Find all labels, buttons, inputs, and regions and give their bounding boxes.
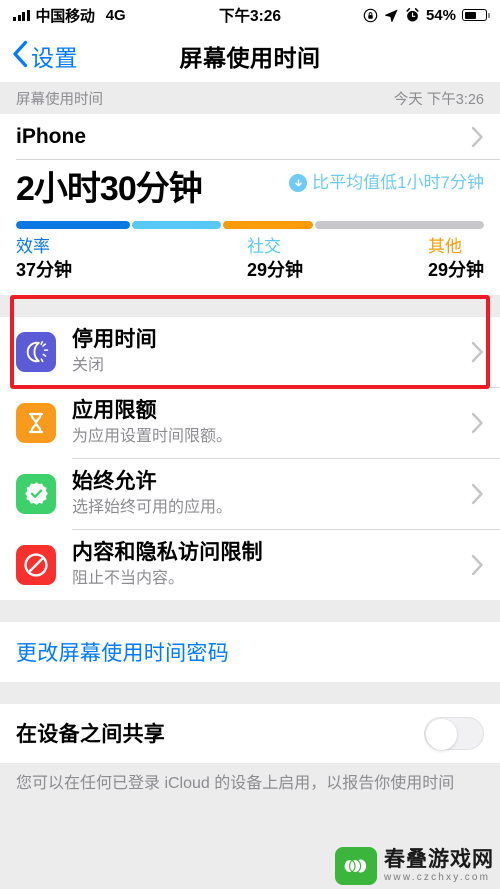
share-across-devices-row[interactable]: 在设备之间共享 [0, 703, 500, 763]
settings-row-title: 停用时间 [72, 328, 157, 352]
arrow-down-icon [289, 174, 308, 192]
status-bar-left: 中国移动 4G [13, 5, 126, 26]
watermark-site-name: 春叠游戏网 [384, 848, 494, 871]
settings-row-subtitle: 阻止不当内容。 [72, 569, 185, 587]
settings-row-1[interactable]: 停用时间 关闭 [0, 316, 500, 387]
usage-bar-segment [223, 220, 313, 229]
settings-row-3[interactable]: 始终允许选择始终可用的应用。 [0, 458, 500, 529]
settings-row-text: 应用限额为应用设置时间限额。 [72, 397, 232, 448]
carrier-label: 中国移动 [35, 7, 95, 25]
settings-row-4[interactable]: 内容和隐私访问限制阻止不当内容。 [0, 529, 500, 600]
prohibition-icon [16, 544, 56, 585]
settings-row-subtitle: 为应用设置时间限额。 [72, 427, 233, 445]
spacer [0, 294, 500, 317]
watermark-logo-icon [335, 847, 377, 885]
change-passcode-label: 更改屏幕使用时间密码 [16, 641, 229, 665]
signal-bars-icon [13, 9, 30, 21]
usage-legend-item: 其他 29分钟 [428, 236, 484, 283]
device-row[interactable]: iPhone [0, 114, 500, 159]
checkmark-badge-icon [16, 473, 56, 514]
battery-percentage: 54% [425, 6, 456, 24]
screen-time-section-header: 屏幕使用时间 今天 下午3:26 [0, 82, 500, 114]
settings-row-2[interactable]: 应用限额为应用设置时间限额。 [0, 387, 500, 458]
downtime-moon-icon [16, 331, 56, 372]
usage-chart: 2小时30分钟 比平均值低1小时7分钟 效率 37分钟 社交 29分钟 其他 29分钟 [0, 160, 500, 295]
spacer [0, 599, 500, 622]
section-header-label: 屏幕使用时间 [16, 91, 103, 108]
status-bar: 中国移动 4G 下午3:26 54% [0, 0, 500, 30]
settings-row-title: 应用限额 [72, 399, 157, 423]
total-usage-time: 2小时30分钟 [16, 170, 203, 208]
change-passcode-row[interactable]: 更改屏幕使用时间密码 [0, 621, 500, 682]
hourglass-icon [16, 402, 56, 443]
rotation-lock-icon [363, 8, 378, 23]
average-comparison-text: 比平均值低1小时7分钟 [312, 173, 484, 192]
chevron-right-icon [471, 341, 484, 363]
navigation-bar: 设置 屏幕使用时间 [0, 30, 500, 82]
settings-row-text: 内容和隐私访问限制阻止不当内容。 [72, 539, 263, 590]
usage-legend-value: 29分钟 [246, 260, 303, 281]
usage-legend-item: 社交 29分钟 [247, 236, 428, 283]
chevron-right-icon [471, 412, 484, 434]
chevron-right-icon [471, 554, 484, 576]
section-header-timestamp: 今天 下午3:26 [393, 91, 484, 108]
usage-legend-label: 其他 [427, 236, 462, 256]
usage-header: 2小时30分钟 比平均值低1小时7分钟 [16, 168, 484, 211]
spacer [0, 681, 500, 704]
chevron-right-icon [471, 126, 484, 148]
stacked-usage-bar [16, 220, 484, 229]
usage-bar-segment [16, 220, 130, 229]
settings-row-text: 停用时间 关闭 [72, 326, 157, 377]
share-across-devices-toggle[interactable] [424, 716, 484, 750]
watermark-site-url: www.czchxy.com [384, 872, 491, 883]
location-arrow-icon [384, 8, 399, 23]
usage-legend-item: 效率 37分钟 [16, 236, 247, 283]
screen-time-summary-card: iPhone 2小时30分钟 比平均值低1小时7分钟 效率 37分钟 社交 29分钟其… [0, 114, 500, 295]
settings-row-subtitle: 关闭 [72, 356, 105, 374]
usage-bar-segment [131, 220, 222, 229]
battery-icon [462, 9, 490, 21]
usage-legend-value: 29分钟 [427, 260, 484, 281]
alarm-clock-icon [405, 7, 420, 23]
status-bar-right: 54% [363, 6, 490, 24]
usage-legend-label: 社交 [246, 236, 281, 256]
iphone-screen: 中国移动 4G 下午3:26 54% 设置 屏幕使用时间 屏幕使用时间 今天 下… [0, 0, 500, 889]
chevron-left-icon [12, 40, 29, 73]
settings-row-text: 始终允许选择始终可用的应用。 [72, 468, 232, 519]
watermark-text: 春叠游戏网 www.czchxy.com [384, 849, 494, 883]
settings-row-subtitle: 选择始终可用的应用。 [72, 498, 233, 516]
screen-time-settings-list: 停用时间关闭应用限额为应用设置时间限额。始终允许选择始终可用的应用。内容和隐私访… [0, 316, 500, 600]
site-watermark: 春叠游戏网 www.czchxy.com [335, 847, 494, 885]
average-comparison-badge: 比平均值低1小时7分钟 [289, 168, 484, 194]
usage-legend-label: 效率 [16, 236, 50, 256]
settings-row-title: 内容和隐私访问限制 [72, 541, 263, 565]
share-across-devices-label: 在设备之间共享 [16, 723, 166, 747]
share-footnote: 您可以在任何已登录 iCloud 的设备上启用，以报告你使用时间 [0, 762, 500, 795]
usage-bar-segment [314, 220, 484, 229]
usage-legend: 效率 37分钟 社交 29分钟 其他 29分钟 [16, 236, 484, 283]
back-button[interactable]: 设置 [12, 39, 78, 73]
network-type-label: 4G [105, 6, 126, 24]
back-button-label: 设置 [31, 45, 78, 71]
toggle-knob [426, 718, 457, 750]
settings-row-title: 始终允许 [72, 470, 157, 494]
chevron-right-icon [471, 483, 484, 505]
usage-legend-value: 37分钟 [16, 260, 73, 281]
device-name: iPhone [16, 124, 87, 148]
